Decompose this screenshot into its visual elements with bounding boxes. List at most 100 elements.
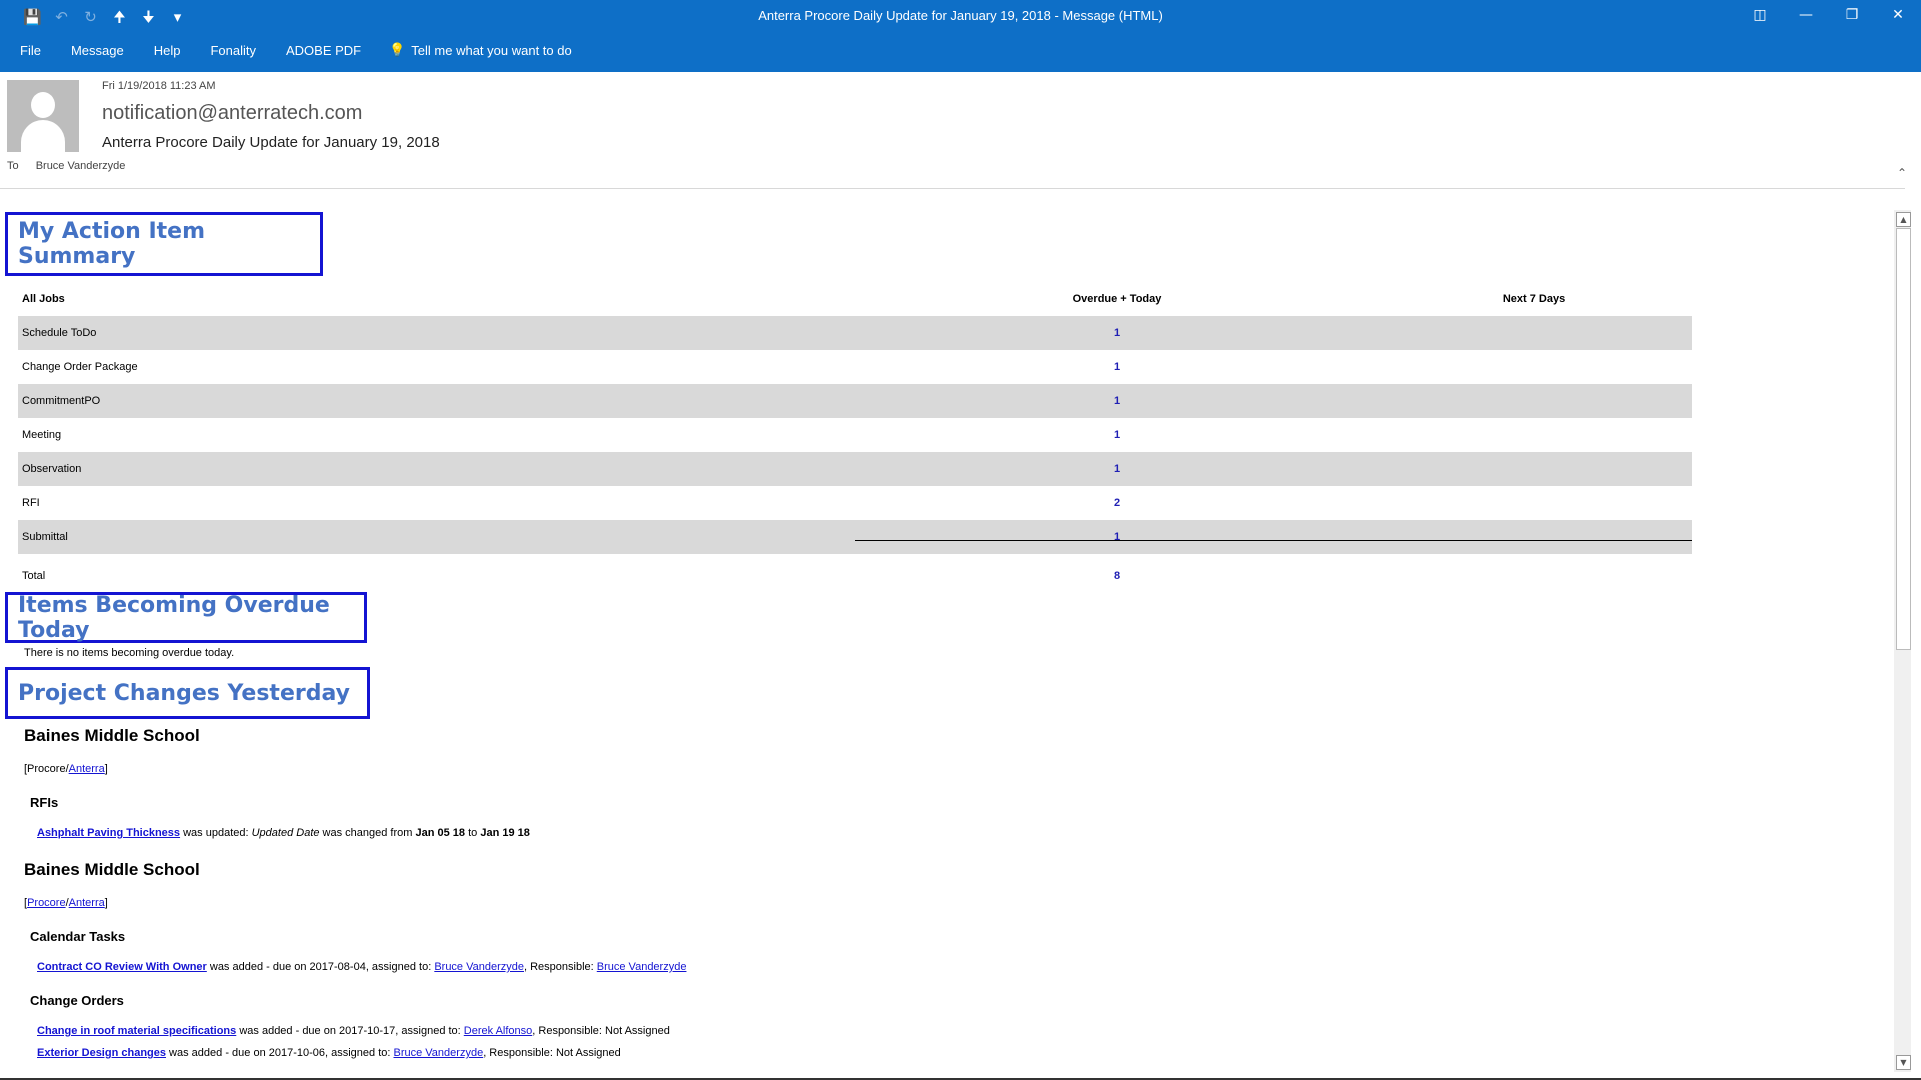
table-row: Submittal 1 <box>18 520 1692 554</box>
column-header-overdue: Overdue + Today <box>1072 293 1162 305</box>
calendar-tasks-heading: Calendar Tasks <box>30 929 126 944</box>
tab-help[interactable]: Help <box>154 43 181 58</box>
calendar-task-item: Contract CO Review With Owner was added … <box>37 961 686 973</box>
close-icon[interactable]: ✕ <box>1875 0 1921 30</box>
collapse-header-icon[interactable]: ⌃ <box>1897 166 1907 180</box>
row-label: CommitmentPO <box>22 395 101 407</box>
link-bracket-open: [Procore/ <box>24 763 69 775</box>
row-label: RFI <box>22 497 40 509</box>
message-subject: Anterra Procore Daily Update for January… <box>102 134 440 151</box>
to-label: To <box>7 160 19 172</box>
column-header-next7: Next 7 Days <box>1502 293 1566 305</box>
rfi-to-word: to <box>465 827 481 839</box>
table-row: CommitmentPO 1 <box>18 384 1692 418</box>
change-order-item: Exterior Design changes was added - due … <box>37 1047 621 1059</box>
overdue-count[interactable]: 1 <box>1058 418 1176 452</box>
ribbon-tabs: File Message Help Fonality ADOBE PDF 💡 T… <box>0 38 572 62</box>
ribbon-display-options-icon[interactable]: ◫ <box>1737 0 1783 30</box>
task-text: was added - due on 2017-08-04, assigned … <box>206 961 435 973</box>
restore-icon[interactable]: ❐ <box>1829 0 1875 30</box>
project-name: Baines Middle School <box>24 726 200 745</box>
rfis-heading: RFIs <box>30 795 59 810</box>
message-sender[interactable]: notification@anterratech.com <box>102 102 362 125</box>
tell-me-box[interactable]: 💡 Tell me what you want to do <box>389 42 572 58</box>
action-summary-table: All Jobs Overdue + Today Next 7 Days Sch… <box>18 282 1692 590</box>
project-links: [Procore/Anterra] <box>24 763 108 775</box>
window-title: Anterra Procore Daily Update for January… <box>758 8 1163 23</box>
table-row: Observation 1 <box>18 452 1692 486</box>
sender-avatar[interactable] <box>7 80 79 152</box>
overdue-count[interactable]: 1 <box>1058 520 1176 554</box>
scroll-thumb[interactable] <box>1896 228 1911 650</box>
change-order-assignee-link[interactable]: Derek Alfonso <box>464 1025 532 1037</box>
rfi-to-date: Jan 19 18 <box>480 827 530 839</box>
scroll-down-icon[interactable]: ▼ <box>1896 1055 1911 1070</box>
table-row: Schedule ToDo 1 <box>18 316 1692 350</box>
window-controls: ◫ — ❐ ✕ <box>1737 0 1921 30</box>
avatar-head <box>31 92 55 118</box>
change-orders-heading: Change Orders <box>30 993 124 1008</box>
change-order-assignee-link[interactable]: Bruce Vanderzyde <box>394 1047 484 1059</box>
anterra-link[interactable]: Anterra <box>69 897 105 909</box>
rfi-text-2: was changed from <box>319 827 416 839</box>
section-title-project-changes: Project Changes Yesterday <box>5 667 370 719</box>
procore-link[interactable]: Procore <box>27 897 66 909</box>
table-row: Change Order Package 1 <box>18 350 1692 384</box>
change-order-item: Change in roof material specifications w… <box>37 1025 670 1037</box>
link-bracket-close: ] <box>104 763 108 775</box>
change-order-resp: , Responsible: Not Assigned <box>532 1025 670 1037</box>
message-date: Fri 1/19/2018 11:23 AM <box>102 80 216 92</box>
tab-fonality[interactable]: Fonality <box>210 43 256 58</box>
overdue-count[interactable]: 1 <box>1058 350 1176 384</box>
row-label: Change Order Package <box>22 361 138 373</box>
row-label: Observation <box>22 463 82 475</box>
table-row: RFI 2 <box>18 486 1692 520</box>
vertical-scrollbar[interactable]: ▲ ▼ <box>1894 210 1911 1072</box>
row-label: Submittal <box>22 531 68 543</box>
overdue-count[interactable]: 1 <box>1058 316 1176 350</box>
overdue-count[interactable]: 2 <box>1058 486 1176 520</box>
row-label: Schedule ToDo <box>22 327 97 339</box>
task-resp-label: , Responsible: <box>524 961 597 973</box>
section-title-overdue-today: Items Becoming Overdue Today <box>5 592 367 643</box>
overdue-count[interactable]: 1 <box>1058 384 1176 418</box>
link-bracket-close: ] <box>104 897 108 909</box>
lightbulb-icon: 💡 <box>389 42 406 57</box>
total-underline <box>855 540 1692 541</box>
task-assignee-link[interactable]: Bruce Vanderzyde <box>434 961 524 973</box>
change-order-resp: , Responsible: Not Assigned <box>483 1047 621 1059</box>
column-header-all-jobs: All Jobs <box>22 293 65 305</box>
project-links: [Procore/Anterra] <box>24 897 108 909</box>
table-total-row: Total 8 <box>18 554 1692 590</box>
scroll-up-icon[interactable]: ▲ <box>1896 212 1911 227</box>
project-name: Baines Middle School <box>24 860 200 879</box>
row-label: Meeting <box>22 429 62 441</box>
change-order-text: was added - due on 2017-10-17, assigned … <box>236 1025 464 1037</box>
anterra-link[interactable]: Anterra <box>69 763 105 775</box>
recipient-name[interactable]: Bruce Vanderzyde <box>36 160 126 172</box>
tab-file[interactable]: File <box>20 43 41 58</box>
change-order-link[interactable]: Exterior Design changes <box>37 1047 166 1059</box>
rfi-field: Updated Date <box>251 827 320 839</box>
header-divider <box>0 188 1905 189</box>
rfi-change-item: Ashphalt Paving Thickness was updated: U… <box>37 827 530 839</box>
tab-adobe-pdf[interactable]: ADOBE PDF <box>286 43 361 58</box>
rfi-from-date: Jan 05 18 <box>415 827 466 839</box>
title-bar: 💾 ↶ ↻ 🠉 🠋 ▾ Anterra Procore Daily Update… <box>0 0 1921 72</box>
message-recipients: To Bruce Vanderzyde <box>7 160 125 172</box>
change-order-link[interactable]: Change in roof material specifications <box>37 1025 236 1037</box>
minimize-icon[interactable]: — <box>1783 0 1829 30</box>
change-order-text: was added - due on 2017-10-06, assigned … <box>166 1047 394 1059</box>
table-row: Meeting 1 <box>18 418 1692 452</box>
table-header-row: All Jobs Overdue + Today Next 7 Days <box>18 282 1692 316</box>
task-responsible-link[interactable]: Bruce Vanderzyde <box>597 961 687 973</box>
rfi-link[interactable]: Ashphalt Paving Thickness <box>37 827 180 839</box>
overdue-count[interactable]: 1 <box>1058 452 1176 486</box>
total-overdue-count[interactable]: 8 <box>1058 554 1176 598</box>
tab-message[interactable]: Message <box>71 43 124 58</box>
rfi-text-1: was updated: <box>180 827 252 839</box>
section-title-action-summary: My Action Item Summary <box>5 212 323 276</box>
tell-me-text: Tell me what you want to do <box>411 42 572 58</box>
avatar-body <box>21 120 65 152</box>
task-link[interactable]: Contract CO Review With Owner <box>37 961 207 973</box>
